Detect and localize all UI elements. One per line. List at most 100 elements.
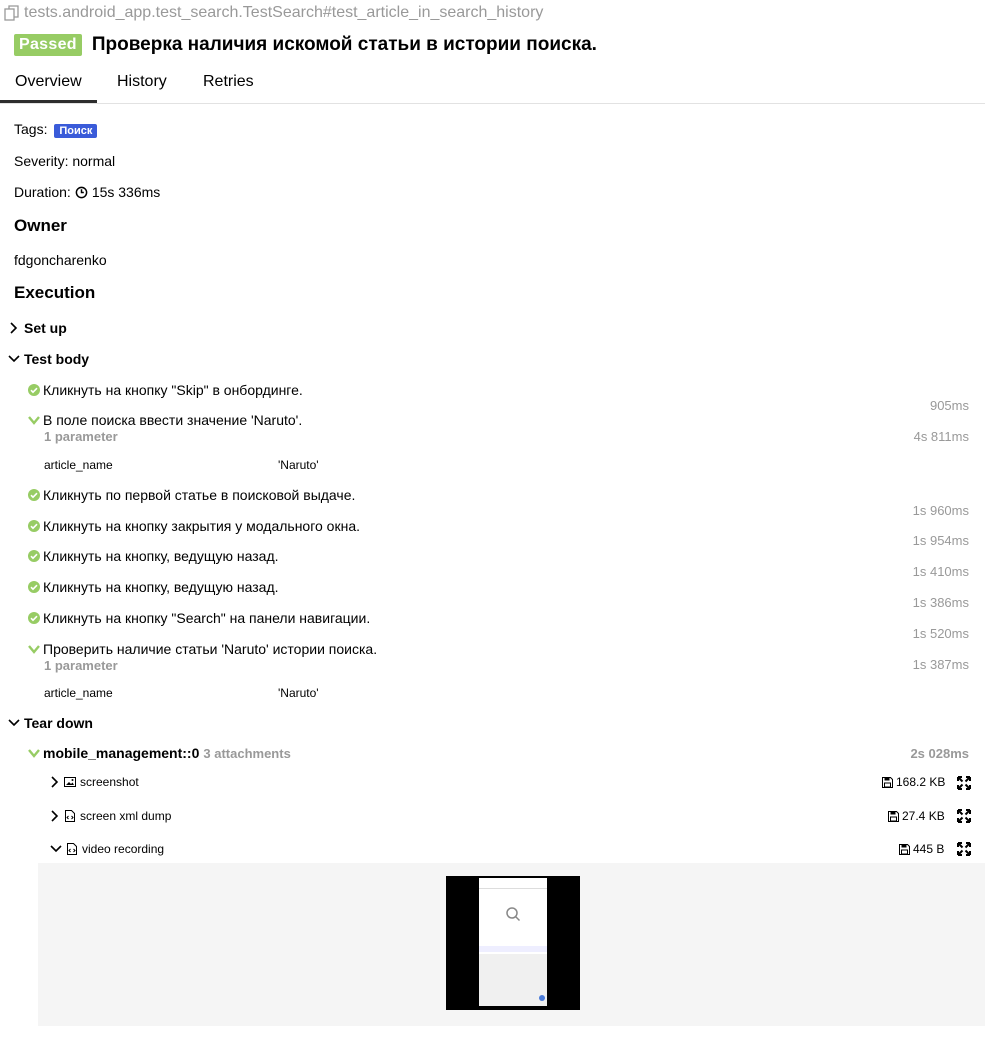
step-duration: 1s 520ms: [912, 626, 969, 641]
execution-heading: Execution: [14, 283, 96, 302]
save-icon: [899, 843, 910, 855]
teardown-section[interactable]: Tear down: [8, 715, 93, 731]
copy-icon[interactable]: [4, 5, 20, 21]
teardown-label: Tear down: [24, 715, 93, 731]
test-body-section[interactable]: Test body: [8, 351, 89, 367]
step-3[interactable]: Кликнуть по первой статье в поисковой вы…: [28, 487, 355, 503]
image-icon: [64, 777, 76, 787]
attachment-size-text: 445 B: [913, 842, 945, 856]
attachments-count: 3 attachments: [203, 745, 291, 761]
parameter-name: article_name: [44, 686, 113, 700]
save-icon: [888, 810, 899, 822]
step-text: Кликнуть на кнопку "Skip" в онбординге.: [43, 382, 303, 398]
step-duration: 1s 410ms: [912, 564, 969, 579]
attachment-xml-dump[interactable]: screen xml dump: [50, 809, 171, 823]
chevron-down-icon: [8, 719, 20, 727]
clock-icon: [75, 186, 88, 198]
tab-overview[interactable]: Overview: [15, 73, 82, 103]
step-text: В поле поиска ввести значение 'Naruto'.: [43, 412, 303, 428]
step-duration: 905ms: [929, 398, 969, 413]
fixture-row[interactable]: mobile_management::0 3 attachments: [28, 745, 291, 761]
duration-row: Duration: 15s 336ms: [14, 184, 160, 200]
video-frame: [479, 878, 547, 1006]
status-badge: Passed: [14, 34, 82, 56]
title-row: Passed Проверка наличия искомой статьи в…: [14, 34, 597, 56]
step-duration: 1s 386ms: [912, 595, 969, 610]
attachment-size: 445 B: [899, 842, 944, 856]
parameter-count: 1 parameter: [44, 429, 118, 444]
chevron-down-icon: [50, 845, 62, 853]
owner-name: fdgoncharenko: [14, 252, 107, 268]
step-7[interactable]: Кликнуть на кнопку "Search" на панели на…: [28, 610, 370, 626]
save-icon: [882, 776, 893, 788]
test-path-text: tests.android_app.test_search.TestSearch…: [24, 4, 544, 21]
check-circle-icon: [28, 384, 40, 396]
step-duration: 1s 960ms: [912, 503, 969, 518]
duration-value: 15s 336ms: [91, 184, 161, 200]
owner-heading: Owner: [14, 216, 67, 235]
step-text: Кликнуть на кнопку, ведущую назад.: [43, 548, 279, 564]
parameter-value: 'Naruto': [278, 458, 319, 472]
code-file-icon: [65, 810, 75, 822]
chevron-right-icon: [51, 776, 59, 788]
phone-appbar: [479, 878, 547, 889]
step-8[interactable]: Проверить наличие статьи 'Naruto' истори…: [28, 641, 377, 657]
attachment-size-text: 27.4 KB: [902, 809, 945, 823]
chevron-down-icon: [8, 355, 20, 363]
check-circle-icon: [28, 520, 40, 532]
step-2[interactable]: В поле поиска ввести значение 'Naruto'.: [28, 412, 302, 428]
chevron-right-icon: [51, 810, 59, 822]
severity: Severity: normal: [14, 153, 116, 169]
duration-label: Duration:: [14, 184, 71, 200]
step-text: Кликнуть на кнопку, ведущую назад.: [43, 579, 279, 595]
attachment-name: screen xml dump: [80, 809, 172, 823]
attachment-name: video recording: [82, 842, 165, 856]
attachment-size: 27.4 KB: [888, 809, 945, 823]
step-text: Кликнуть на кнопку "Search" на панели на…: [43, 610, 371, 626]
chevron-right-icon: [10, 322, 18, 334]
step-1[interactable]: Кликнуть на кнопку "Skip" в онбординге.: [28, 382, 303, 398]
attachment-video[interactable]: video recording: [50, 842, 164, 856]
tags-row: Tags: Поиск: [14, 121, 98, 138]
attachment-name: screenshot: [80, 775, 139, 789]
phone-keyboard: [479, 954, 547, 1006]
check-circle-icon: [28, 550, 40, 562]
tab-history[interactable]: History: [117, 73, 167, 91]
phone-tabs: [479, 946, 547, 952]
chevron-down-icon: [28, 645, 40, 654]
expand-icon[interactable]: [957, 842, 971, 856]
video-player[interactable]: [446, 876, 580, 1010]
tags-label: Tags:: [14, 121, 48, 137]
fixture-name: mobile_management::0: [43, 745, 200, 761]
step-duration: 1s 387ms: [912, 657, 969, 672]
page-title: Проверка наличия искомой статьи в истори…: [91, 34, 597, 55]
active-tab-underline: [0, 100, 97, 103]
chevron-down-icon: [28, 416, 40, 425]
step-duration: 1s 954ms: [912, 533, 969, 548]
attachment-size: 168.2 KB: [882, 775, 945, 789]
tab-bar: Overview History Retries: [0, 64, 985, 104]
step-text: Проверить наличие статьи 'Naruto' истори…: [43, 641, 378, 657]
check-circle-icon: [28, 612, 40, 624]
step-4[interactable]: Кликнуть на кнопку закрытия у модального…: [28, 518, 360, 534]
step-6[interactable]: Кликнуть на кнопку, ведущую назад.: [28, 579, 279, 595]
attachment-size-text: 168.2 KB: [896, 775, 946, 789]
step-text: Кликнуть на кнопку закрытия у модального…: [43, 518, 361, 534]
test-body-label: Test body: [24, 351, 90, 367]
check-circle-icon: [28, 489, 40, 501]
tag-badge[interactable]: Поиск: [54, 124, 98, 138]
step-duration: 4s 811ms: [913, 429, 969, 444]
expand-icon[interactable]: [957, 776, 971, 790]
step-text: Кликнуть по первой статье в поисковой вы…: [43, 487, 356, 503]
step-5[interactable]: Кликнуть на кнопку, ведущую назад.: [28, 548, 279, 564]
keyboard-search-key: [539, 995, 545, 1001]
attachment-screenshot[interactable]: screenshot: [50, 775, 139, 789]
setup-label: Set up: [24, 320, 67, 336]
check-circle-icon: [28, 581, 40, 593]
parameter-count: 1 parameter: [44, 658, 118, 673]
test-path: tests.android_app.test_search.TestSearch…: [4, 4, 543, 22]
parameter-value: 'Naruto': [278, 686, 319, 700]
expand-icon[interactable]: [957, 809, 971, 823]
setup-section[interactable]: Set up: [8, 320, 67, 336]
tab-retries[interactable]: Retries: [203, 73, 254, 91]
